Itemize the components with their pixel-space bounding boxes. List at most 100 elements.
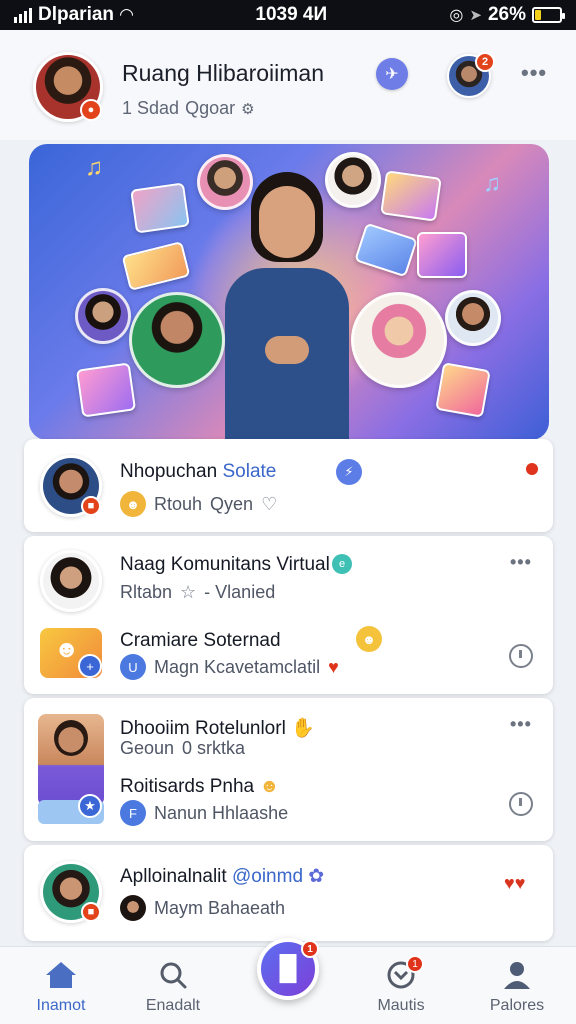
pin-icon[interactable] <box>509 644 533 668</box>
participant-avatar-large <box>129 292 225 388</box>
create-post-button[interactable]: ▐▌ 1 <box>257 938 319 1000</box>
card-title: Nhopuchan Solate <box>120 461 276 483</box>
sub-item-subtitle: U Magn Kcavetamclatil ♥ <box>120 654 339 680</box>
profile-icon <box>462 955 572 995</box>
wave-emoji-icon: ✋ <box>291 718 315 739</box>
card-subtitle-text: Rltabn <box>120 582 173 602</box>
card-title: Naag Komunitans Virtual <box>120 554 330 576</box>
more-options-icon[interactable]: ••• <box>521 60 547 86</box>
avatar-status-badge: ● <box>80 99 102 121</box>
sub-item-title: Cramiare Soternad <box>120 630 281 652</box>
star-icon[interactable]: ☆ <box>180 582 196 603</box>
subtitle-text: Qgoar <box>185 98 236 118</box>
verified-icon[interactable]: ✈ <box>376 58 408 90</box>
heart-icon[interactable]: ♡ <box>261 494 277 515</box>
sub-item-title-text: Roitisards Pnha <box>120 776 255 797</box>
battery-percent: 26% <box>487 4 526 25</box>
card-title-text: Dhooiim Rotelunlorl <box>120 718 286 739</box>
card-subtitle-text: Maym Bahaeath <box>154 897 286 918</box>
card-avatar[interactable]: ■ <box>40 455 102 517</box>
emoji-icon: ☻ <box>120 491 146 517</box>
hero-banner[interactable]: ♫ ♫ <box>29 144 549 440</box>
star-badge-icon: ★ <box>78 794 102 818</box>
card-title-accent: Solate <box>222 461 277 482</box>
card-thumbnail[interactable] <box>38 714 104 806</box>
card-title: Aplloinalnalit @oinmd ✿ <box>120 865 324 888</box>
notifications-avatar[interactable]: 2 <box>447 52 495 98</box>
search-icon <box>118 955 228 995</box>
feed-card[interactable]: Dhooiim Rotelunlorl ✋ ••• Geoun 0 srktka… <box>24 698 553 841</box>
gallery-card-icon <box>75 362 137 418</box>
unread-indicator <box>524 461 540 477</box>
emoji-icon: ♥ <box>328 656 339 677</box>
profile-avatar[interactable]: ● <box>33 52 103 122</box>
card-subtitle-text: Rtouh <box>154 493 203 514</box>
reaction-icons[interactable]: ♥♥ <box>504 873 525 894</box>
sub-item-title: Roitisards Pnha ☻ <box>120 776 279 798</box>
subtitle-count: 1 Sdad <box>122 98 180 118</box>
participant-avatar <box>445 290 501 346</box>
info-icon: e <box>332 554 352 574</box>
notifications-icon: 1 <box>346 955 456 995</box>
pin-icon[interactable] <box>509 792 533 816</box>
card-subtitle-text: Geoun <box>120 738 175 758</box>
avatar-status-badge: ■ <box>81 902 101 922</box>
avatar-status-badge: ■ <box>81 496 101 516</box>
nav-notifications-label: Mautis <box>377 997 425 1014</box>
battery-icon <box>532 7 565 23</box>
sub-item-subtitle-text: Nanun Hhlaashe <box>154 802 289 823</box>
featured-person <box>217 172 357 440</box>
sub-item-thumbnail[interactable]: ★ <box>38 794 104 824</box>
nav-notification-badge: 1 <box>406 955 424 973</box>
status-right: ◎ ➤ 26% <box>449 4 565 26</box>
status-bar: Dlparian ◠ 1039 4И ◎ ➤ 26% <box>0 0 576 30</box>
card-avatar[interactable] <box>40 550 102 612</box>
gallery-card-icon <box>435 362 491 418</box>
music-note-icon: ♫ <box>85 154 103 181</box>
sub-item-title-text: Cramiare Soternad <box>120 630 281 651</box>
nav-search[interactable]: Enadalt <box>118 955 228 1015</box>
wifi-icon: ◠ <box>120 5 134 24</box>
participant-avatar-large <box>351 292 447 388</box>
card-title-text: Aplloinalnalit <box>120 866 227 887</box>
signal-icon <box>14 7 32 23</box>
sub-item-subtitle: F Nanun Hhlaashe <box>120 800 288 826</box>
card-subtitle: Maym Bahaeath <box>120 895 285 921</box>
feed-card[interactable]: ■ Nhopuchan Solate ⚡ ☻ Rtouh Qyen ♡ <box>24 439 553 532</box>
settings-icon: ⚙ <box>241 100 255 118</box>
page-title: Ruang Hlibaroiiman <box>122 60 324 86</box>
card-title-accent: @oinmd <box>231 866 304 887</box>
app-icon: U <box>120 654 146 680</box>
rotation-lock-icon: ◎ <box>449 7 464 24</box>
feed-card[interactable]: Naag Komunitans Virtual e ••• Rltabn ☆ -… <box>24 536 553 694</box>
more-options-icon[interactable]: ••• <box>510 552 532 573</box>
card-title: Dhooiim Rotelunlorl ✋ <box>120 716 315 740</box>
card-subtitle: Geoun 0 srktka <box>120 738 245 759</box>
sub-item-thumbnail[interactable]: ☻ + <box>40 628 102 678</box>
chart-card-icon <box>417 232 467 278</box>
music-note-icon: ♫ <box>483 170 501 197</box>
lightning-icon: ⚡ <box>336 459 362 485</box>
card-avatar[interactable]: ■ <box>40 861 102 923</box>
nav-home-label: Inamot <box>36 997 86 1014</box>
nav-profile[interactable]: Palores <box>462 955 572 1015</box>
notification-badge: 2 <box>475 52 495 72</box>
sub-item-subtitle-text: Magn Kcavetamclatil <box>154 656 321 677</box>
user-avatar-icon <box>120 895 146 921</box>
participant-avatar <box>75 288 131 344</box>
photo-card-icon <box>130 182 190 234</box>
card-title-text: Naag Komunitans Virtual <box>120 554 330 575</box>
add-icon[interactable]: + <box>78 654 102 678</box>
card-subtitle-text-2: Qyen <box>210 493 254 514</box>
card-title-text: Nhopuchan <box>120 461 218 482</box>
feed-card[interactable]: ■ Aplloinalnalit @oinmd ✿ ♥♥ Maym Bahaea… <box>24 845 553 941</box>
status-left: Dlparian ◠ <box>14 4 133 26</box>
card-subtitle: Rltabn ☆ - Vlanied <box>120 582 275 603</box>
nav-profile-label: Palores <box>489 997 545 1014</box>
nav-notifications[interactable]: 1 Mautis <box>346 955 456 1015</box>
nav-home[interactable]: Inamot <box>6 955 116 1015</box>
more-options-icon[interactable]: ••• <box>510 714 532 735</box>
photo-card-icon <box>380 170 442 222</box>
card-subtitle: ☻ Rtouh Qyen ♡ <box>120 491 277 517</box>
home-icon <box>6 955 116 995</box>
